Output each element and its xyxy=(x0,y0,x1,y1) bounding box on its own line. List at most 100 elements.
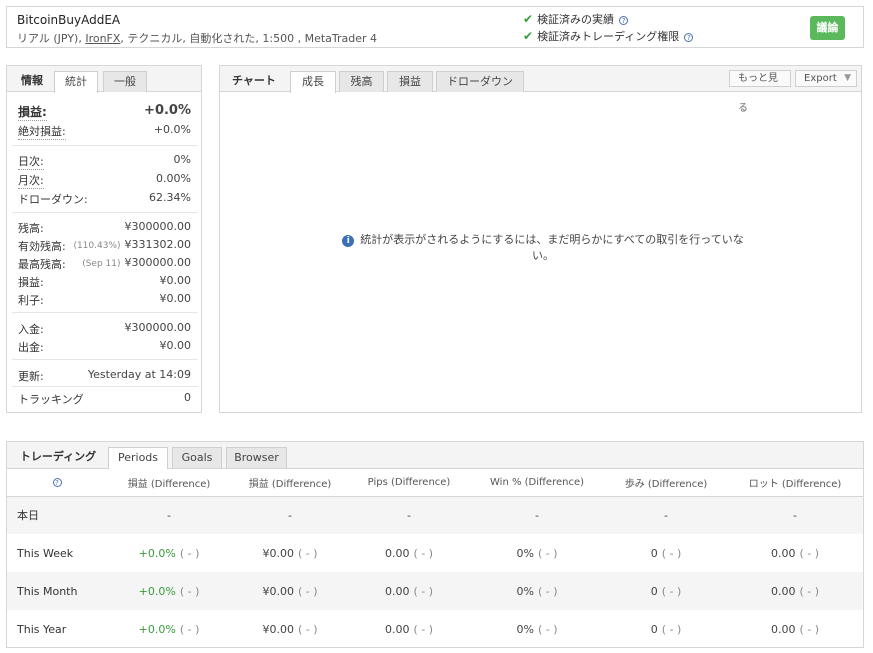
table-row: This Month +0.0%( - ) ¥0.00( - ) 0.00( - ) 0… xyxy=(7,572,863,610)
checkmark-icon: ✔ xyxy=(523,12,534,26)
stat-value: ¥0.00 xyxy=(159,292,192,305)
cell-value: +0.0% xyxy=(138,546,176,560)
row-label: This Week xyxy=(17,546,74,560)
stat-label: 入金: xyxy=(18,323,44,336)
cell-value: - xyxy=(167,508,171,522)
cell-difference: ( - ) xyxy=(661,622,682,636)
cell-value: - xyxy=(793,508,797,522)
table-cell: - xyxy=(727,496,863,534)
stat-value: 0% xyxy=(173,153,191,166)
column-header: 損益 (Difference) xyxy=(231,469,349,497)
table-row: This Year +0.0%( - ) ¥0.00( - ) 0.00( - ) 0%… xyxy=(7,610,863,648)
cell-value: 0.00 xyxy=(384,546,410,560)
cell-difference: ( - ) xyxy=(661,584,682,598)
stat-label: ドローダウン: xyxy=(18,193,88,206)
cell-difference: ( - ) xyxy=(413,622,434,636)
table-cell: 0%( - ) xyxy=(469,572,605,610)
tab-balance[interactable]: 残高 xyxy=(339,71,384,92)
table-cell: 0.00( - ) xyxy=(727,572,863,610)
cell-value: 0 xyxy=(650,622,658,636)
verified-track-record: ✔ 検証済みの実績? xyxy=(523,11,629,27)
column-help: ? xyxy=(7,469,107,497)
tab-drawdown[interactable]: ドローダウン xyxy=(436,71,524,92)
stat-value: 62.34% xyxy=(149,191,191,204)
tab-goals[interactable]: Goals xyxy=(172,447,222,468)
cell-difference: ( - ) xyxy=(413,546,434,560)
more-button-suffix: る xyxy=(738,103,748,114)
stat-label: 日次: xyxy=(18,155,44,170)
cell-value: 0.00 xyxy=(770,622,796,636)
divider xyxy=(12,145,198,146)
table-cell: 0%( - ) xyxy=(469,534,605,572)
table-cell: 0.00( - ) xyxy=(349,610,469,648)
stats-tabbar: 情報 統計 一般 xyxy=(7,66,201,93)
cell-difference: ( - ) xyxy=(297,622,318,636)
subtitle-prefix: リアル (JPY), xyxy=(17,32,86,45)
help-icon[interactable]: ? xyxy=(52,477,62,487)
system-title: BitcoinBuyAddEA xyxy=(17,13,121,27)
column-header: ロット (Difference) xyxy=(727,469,863,497)
stat-label: 損益: xyxy=(18,105,47,121)
cell-value: 0.00 xyxy=(770,584,796,598)
table-header-row: ? 損益 (Difference) 損益 (Difference) Pips (… xyxy=(7,469,863,497)
account-header: BitcoinBuyAddEA リアル (JPY), IronFX, テクニカル… xyxy=(6,6,864,48)
table-cell: 0.00( - ) xyxy=(727,610,863,648)
stat-label: 更新: xyxy=(18,370,44,383)
cell-difference: ( - ) xyxy=(297,584,318,598)
cell-difference: ( - ) xyxy=(179,584,200,598)
cell-value: ¥0.00 xyxy=(262,546,294,560)
export-button[interactable]: Export ▼ xyxy=(795,70,857,87)
row-label: This Month xyxy=(7,572,107,610)
table-cell: +0.0%( - ) xyxy=(107,610,231,648)
cell-value: - xyxy=(664,508,668,522)
help-icon[interactable]: ? xyxy=(684,32,694,42)
broker-link[interactable]: IronFX xyxy=(85,32,120,45)
cell-difference: ( - ) xyxy=(537,584,558,598)
stat-value: +0.0% xyxy=(153,123,191,136)
tab-chart-heading: チャート xyxy=(232,74,276,87)
stat-value: ¥331302.00 xyxy=(124,238,191,251)
cell-value: ¥0.00 xyxy=(262,584,294,598)
table-cell: 0( - ) xyxy=(605,572,727,610)
cell-value: 0 xyxy=(650,546,658,560)
stat-label: 損益: xyxy=(18,276,44,289)
verified-track-label: 検証済みの実績 xyxy=(537,13,615,26)
trading-tabbar: トレーディング Periods Goals Browser xyxy=(7,442,863,469)
column-header: 損益 (Difference) xyxy=(107,469,231,497)
table-cell: ¥0.00( - ) xyxy=(231,534,349,572)
tab-growth[interactable]: 成長 xyxy=(290,71,336,93)
table-cell: - xyxy=(349,496,469,534)
cell-value: +0.0% xyxy=(138,584,176,598)
cell-value: 0% xyxy=(516,546,534,560)
table-row: This Week +0.0%( - ) ¥0.00( - ) 0.00( - ) 0%… xyxy=(7,534,863,572)
tab-periods[interactable]: Periods xyxy=(108,447,168,469)
cell-value: 0% xyxy=(516,622,534,636)
table-cell: +0.0%( - ) xyxy=(107,572,231,610)
stat-value: 0 xyxy=(184,391,191,404)
cell-value: - xyxy=(407,508,411,522)
discuss-button[interactable]: 議論 xyxy=(810,16,845,40)
cell-difference: ( - ) xyxy=(799,584,820,598)
chart-tabbar: チャート 成長 残高 損益 ドローダウン もっと見 Export ▼ xyxy=(220,66,861,93)
help-icon[interactable]: ? xyxy=(619,15,629,25)
tab-browser[interactable]: Browser xyxy=(226,447,287,468)
cell-value: 0% xyxy=(516,584,534,598)
cell-difference: ( - ) xyxy=(413,584,434,598)
table-cell: - xyxy=(605,496,727,534)
column-header: Win % (Difference) xyxy=(469,469,605,497)
tab-statistics[interactable]: 統計 xyxy=(54,71,98,93)
cell-difference: ( - ) xyxy=(537,546,558,560)
table-cell: 0.00( - ) xyxy=(349,534,469,572)
tab-general[interactable]: 一般 xyxy=(103,71,147,92)
cell-difference: ( - ) xyxy=(799,546,820,560)
table-cell: - xyxy=(469,496,605,534)
tab-trading-heading: トレーディング xyxy=(19,450,97,463)
tab-profit[interactable]: 損益 xyxy=(387,71,433,92)
periods-table: ? 損益 (Difference) 損益 (Difference) Pips (… xyxy=(7,469,863,648)
info-icon: i xyxy=(342,235,355,247)
trading-panel: トレーディング Periods Goals Browser ? 損益 (Diff… xyxy=(6,441,864,648)
table-cell: 0.00( - ) xyxy=(349,572,469,610)
stat-label: 絶対損益: xyxy=(18,125,66,140)
stat-label: 月次: xyxy=(18,174,44,189)
more-button[interactable]: もっと見 xyxy=(729,70,791,87)
